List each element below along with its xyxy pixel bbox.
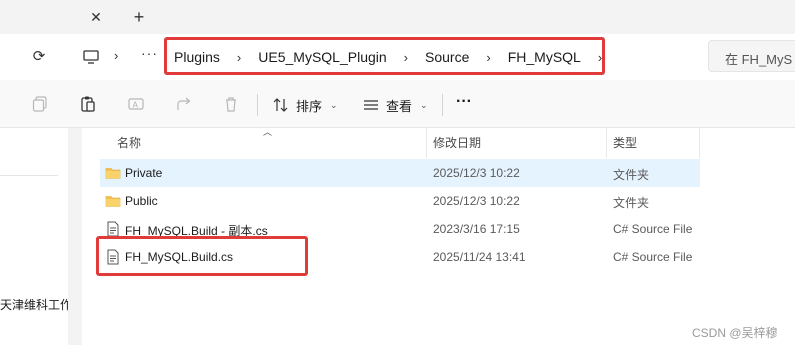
copy-icon[interactable] — [31, 95, 49, 113]
watermark: CSDN @吴梓穆 — [692, 326, 778, 340]
view-button[interactable]: 查看 ⌄ — [362, 95, 428, 115]
nav-item[interactable]: 天津维科工作 — [0, 296, 72, 313]
more-locations-icon[interactable]: ··· — [141, 45, 158, 61]
file-name: Public — [125, 194, 158, 208]
sort-label: 排序 — [296, 98, 323, 114]
nav-divider — [0, 175, 58, 176]
column-date[interactable]: 修改日期 — [433, 134, 481, 151]
view-label: 查看 — [386, 98, 413, 114]
breadcrumb-item[interactable]: FH_MySQL — [500, 49, 589, 65]
cs-file-icon — [107, 249, 119, 265]
new-tab-icon[interactable]: + — [128, 6, 150, 28]
pane-splitter[interactable] — [68, 128, 82, 345]
close-tab-icon[interactable]: ✕ — [86, 8, 106, 26]
column-divider[interactable] — [699, 128, 700, 158]
file-row[interactable]: Private 2025/12/3 10:22 文件夹 — [100, 159, 700, 187]
command-bar: A 排序 ⌄ 查看 ⌄ ··· — [0, 80, 795, 128]
more-options-icon[interactable]: ··· — [456, 92, 472, 112]
chevron-right-icon[interactable]: › — [114, 48, 118, 63]
file-list: ︿ 名称 修改日期 类型 Private 2025/12/3 10:22 文件夹… — [82, 127, 795, 345]
column-type[interactable]: 类型 — [613, 134, 637, 151]
chevron-down-icon: ⌄ — [330, 99, 338, 110]
breadcrumb-item[interactable]: UE5_MySQL_Plugin — [250, 49, 394, 65]
share-icon[interactable] — [175, 95, 193, 113]
breadcrumb-item[interactable]: Plugins — [166, 49, 228, 65]
breadcrumb-item[interactable]: Source — [417, 49, 477, 65]
chevron-down-icon: ⌄ — [420, 99, 428, 110]
tab-current[interactable]: ✕ — [0, 0, 112, 34]
file-row[interactable]: FH_MySQL.Build.cs 2025/11/24 13:41 C# So… — [100, 243, 700, 271]
column-divider[interactable] — [426, 128, 427, 158]
file-name: Private — [125, 166, 163, 180]
file-row[interactable]: FH_MySQL.Build - 副本.cs 2023/3/16 17:15 C… — [100, 215, 700, 243]
file-date: 2025/12/3 10:22 — [433, 166, 520, 180]
computer-icon[interactable] — [82, 48, 100, 66]
breadcrumb: Plugins › UE5_MySQL_Plugin › Source › FH… — [166, 43, 611, 71]
address-bar[interactable]: › ··· Plugins › UE5_MySQL_Plugin › Sourc… — [72, 41, 700, 73]
toolbar-divider — [257, 94, 258, 116]
file-name: FH_MySQL.Build.cs — [125, 250, 234, 264]
rename-icon[interactable]: A — [127, 95, 145, 113]
file-type: C# Source File — [613, 250, 693, 264]
search-input[interactable]: 在 FH_MyS — [708, 40, 795, 72]
cs-file-icon — [107, 221, 119, 237]
sort-ascending-icon: ︿ — [263, 127, 273, 137]
view-icon — [364, 100, 378, 110]
file-type: 文件夹 — [613, 196, 650, 210]
column-name[interactable]: 名称 — [117, 134, 141, 151]
address-row: ⟳ › ··· Plugins › UE5_MySQL_Plugin › Sou… — [0, 34, 795, 80]
folder-icon — [105, 196, 121, 207]
file-type: C# Source File — [613, 222, 693, 236]
chevron-right-icon[interactable]: › — [477, 50, 499, 65]
search-placeholder: 在 FH_MyS — [725, 52, 793, 67]
navigation-pane: 天津维科工作 — [0, 128, 72, 345]
toolbar-divider — [442, 94, 443, 116]
column-header-row: ︿ 名称 修改日期 类型 — [82, 127, 795, 158]
file-date: 2025/11/24 13:41 — [433, 250, 526, 264]
file-type: 文件夹 — [613, 168, 650, 182]
chevron-right-icon[interactable]: › — [395, 50, 417, 65]
file-date: 2025/12/3 10:22 — [433, 194, 520, 208]
sort-button[interactable]: 排序 ⌄ — [272, 95, 338, 115]
delete-icon[interactable] — [222, 95, 240, 113]
chevron-right-icon[interactable]: › — [589, 50, 611, 65]
svg-text:A: A — [133, 101, 139, 110]
refresh-icon[interactable]: ⟳ — [28, 46, 50, 68]
column-divider[interactable] — [606, 128, 607, 158]
file-name: FH_MySQL.Build - 副本.cs — [125, 224, 268, 238]
file-date: 2023/3/16 17:15 — [433, 222, 520, 236]
chevron-right-icon[interactable]: › — [228, 50, 250, 65]
sort-icon — [273, 98, 288, 112]
paste-icon[interactable] — [79, 95, 97, 113]
file-row[interactable]: Public 2025/12/3 10:22 文件夹 — [100, 187, 700, 215]
folder-icon — [105, 168, 121, 179]
tab-strip: ✕ + — [0, 0, 795, 34]
